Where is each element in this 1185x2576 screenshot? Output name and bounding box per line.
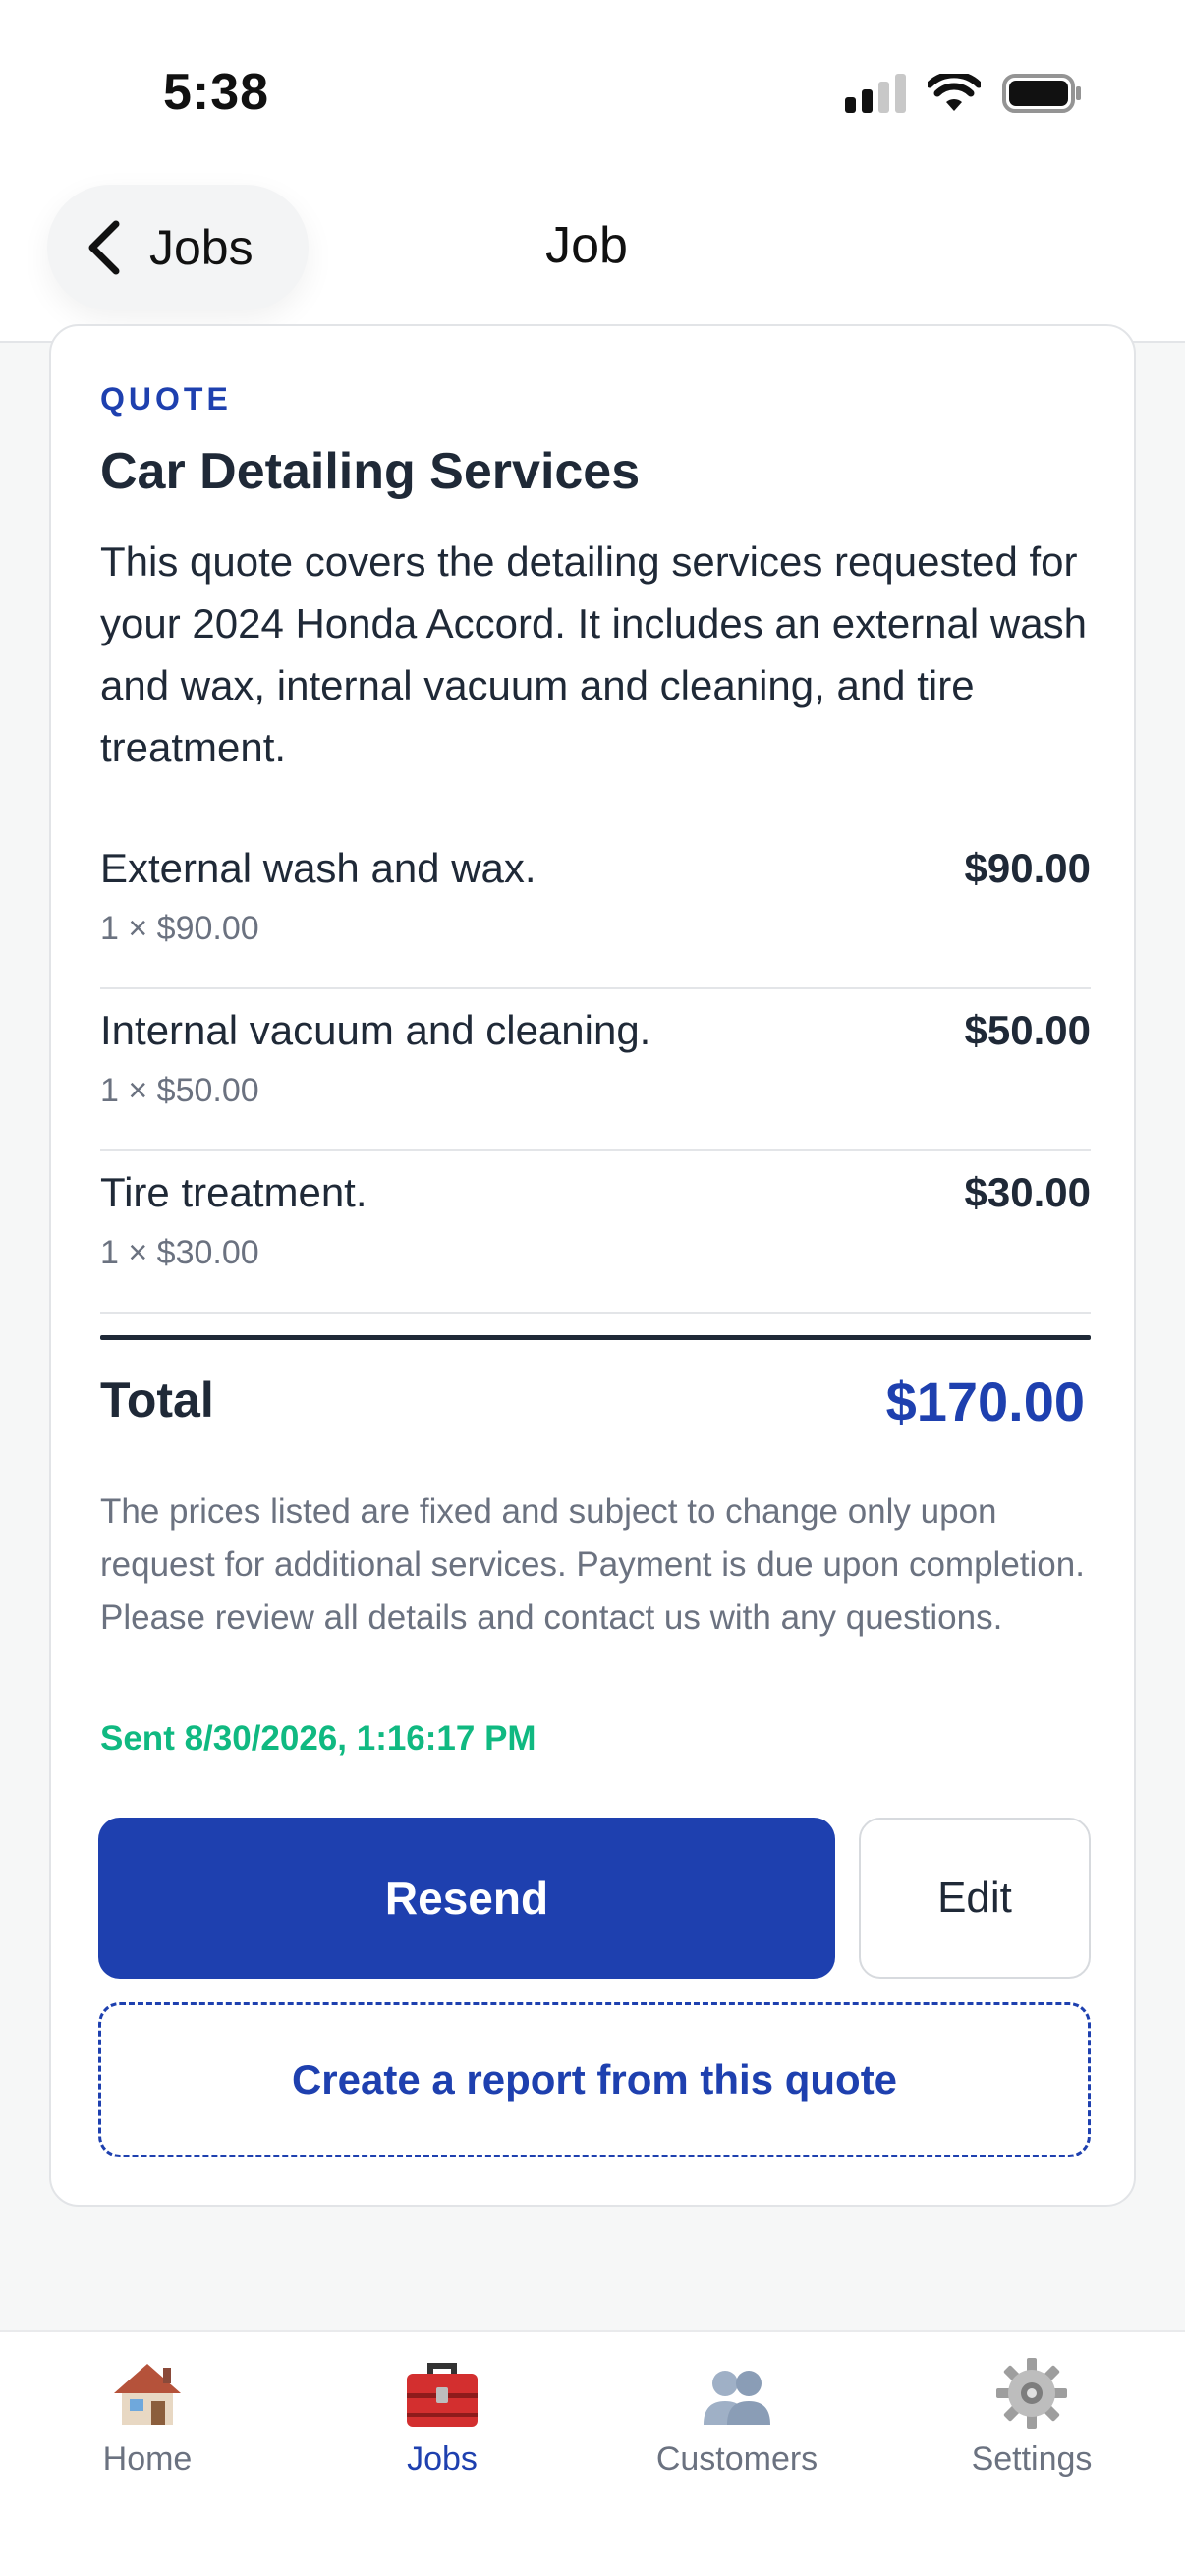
tab-settings[interactable]: Settings (884, 2354, 1179, 2479)
resend-button[interactable]: Resend (98, 1818, 835, 1979)
tab-customers[interactable]: Customers (590, 2354, 884, 2479)
status-icons (845, 73, 1083, 114)
people-icon (704, 2371, 770, 2425)
app-screen: 5:38 Jobs Job QUOTE Car Detailing Servic… (0, 0, 1185, 2576)
quote-eyebrow: QUOTE (100, 381, 232, 417)
total-label: Total (100, 1372, 214, 1428)
tab-home-label: Home (102, 2440, 193, 2478)
line-item: Tire treatment. $30.00 1 × $30.00 (100, 1151, 1091, 1314)
quote-card: QUOTE Car Detailing Services This quote … (49, 324, 1136, 2207)
line-item-qty-price: 1 × $90.00 (100, 910, 259, 947)
line-item-amount: $50.00 (964, 1007, 1091, 1053)
cellular-signal-icon (845, 74, 906, 113)
line-item-name: Tire treatment. (100, 1169, 367, 1215)
line-item-qty-price: 1 × $30.00 (100, 1234, 259, 1271)
wifi-icon (928, 74, 981, 111)
tab-customers-label: Customers (655, 2440, 818, 2478)
line-items-list: External wash and wax. $90.00 1 × $90.00… (100, 827, 1091, 1314)
edit-button[interactable]: Edit (859, 1818, 1091, 1979)
quote-title: Car Detailing Services (100, 443, 641, 500)
sent-timestamp: Sent 8/30/2026, 1:16:17 PM (100, 1719, 536, 1758)
quote-terms: The prices listed are fixed and subject … (100, 1492, 1085, 1637)
total-divider (100, 1335, 1091, 1340)
line-item-amount: $90.00 (964, 845, 1091, 891)
tab-bar: Home Jobs Customers Settings (0, 2330, 1185, 2576)
line-item: External wash and wax. $90.00 1 × $90.00 (100, 827, 1091, 989)
line-item-amount: $30.00 (964, 1169, 1091, 1215)
total-value: $170.00 (885, 1371, 1085, 1432)
create-report-button[interactable]: Create a report from this quote (98, 2002, 1091, 2157)
line-item-name: Internal vacuum and cleaning. (100, 1007, 651, 1053)
top-bar: 5:38 Jobs Job (0, 0, 1185, 343)
status-time: 5:38 (163, 64, 270, 121)
tab-jobs[interactable]: Jobs (295, 2354, 590, 2479)
quote-description: This quote covers the detailing services… (100, 538, 1087, 770)
tab-home[interactable]: Home (0, 2354, 295, 2479)
toolbox-icon (407, 2363, 478, 2427)
line-item-name: External wash and wax. (100, 845, 536, 891)
gear-icon (996, 2358, 1067, 2429)
tab-jobs-label: Jobs (407, 2440, 478, 2478)
house-icon (114, 2364, 181, 2425)
line-item: Internal vacuum and cleaning. $50.00 1 ×… (100, 989, 1091, 1151)
page-title: Job (545, 217, 628, 274)
tab-settings-label: Settings (971, 2440, 1093, 2478)
line-item-qty-price: 1 × $50.00 (100, 1072, 259, 1109)
battery-icon (1002, 74, 1081, 113)
